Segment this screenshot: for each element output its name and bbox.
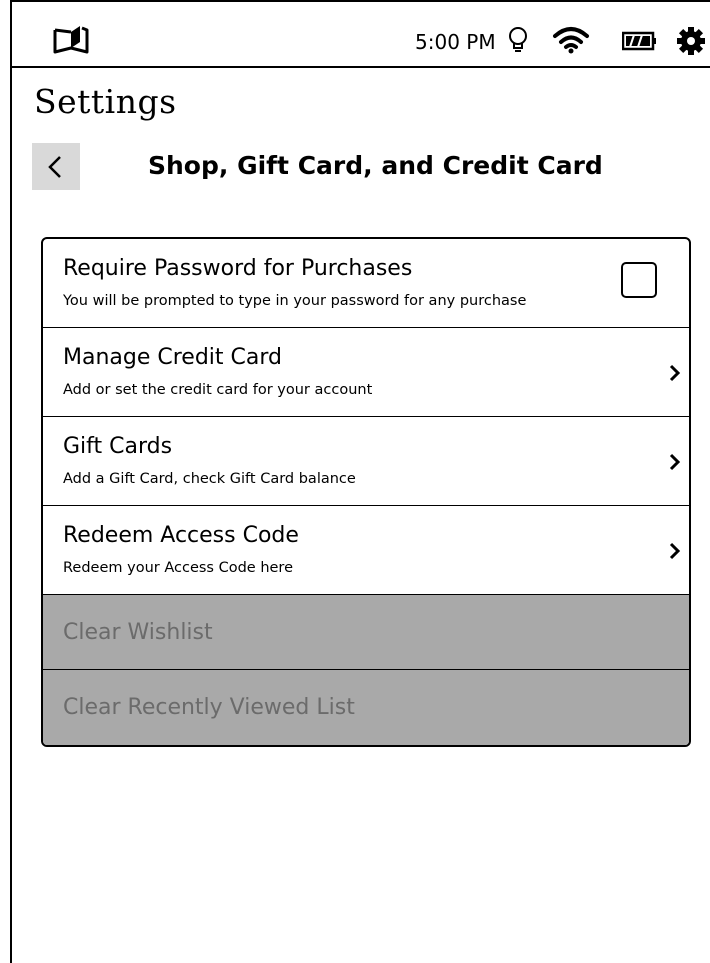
redeem-access-code-row[interactable]: Redeem Access Code Redeem your Access Co… [43, 506, 689, 595]
book-icon[interactable] [52, 24, 90, 54]
status-bar: 5:00 PM [10, 0, 710, 68]
row-title: Require Password for Purchases [63, 256, 413, 281]
chevron-right-icon [669, 453, 681, 471]
row-subtitle: Add a Gift Card, check Gift Card balance [63, 471, 356, 487]
chevron-left-icon [48, 156, 61, 178]
clock-time: 5:00 PM [415, 30, 496, 54]
page-title: Settings [34, 82, 177, 121]
row-subtitle: You will be prompted to type in your pas… [63, 293, 527, 309]
chevron-right-icon [669, 542, 681, 560]
light-bulb-icon[interactable] [506, 26, 530, 56]
row-title: Clear Recently Viewed List [63, 695, 355, 720]
back-button[interactable] [32, 143, 80, 190]
row-title: Manage Credit Card [63, 345, 283, 370]
settings-list: Require Password for Purchases You will … [41, 237, 691, 747]
gear-icon[interactable] [676, 26, 706, 56]
clear-wishlist-row: Clear Wishlist [43, 595, 689, 670]
row-title: Gift Cards [63, 434, 173, 459]
row-title: Clear Wishlist [63, 620, 213, 645]
gift-cards-row[interactable]: Gift Cards Add a Gift Card, check Gift C… [43, 417, 689, 506]
row-subtitle: Redeem your Access Code here [63, 560, 293, 576]
chevron-right-icon [669, 364, 681, 382]
manage-credit-card-row[interactable]: Manage Credit Card Add or set the credit… [43, 328, 689, 417]
require-password-row[interactable]: Require Password for Purchases You will … [43, 239, 689, 328]
wifi-icon[interactable] [552, 26, 590, 54]
section-title: Shop, Gift Card, and Credit Card [148, 151, 603, 180]
battery-icon[interactable] [622, 31, 656, 51]
require-password-checkbox[interactable] [621, 262, 657, 298]
clear-recently-viewed-row: Clear Recently Viewed List [43, 670, 689, 745]
row-title: Redeem Access Code [63, 523, 299, 548]
row-subtitle: Add or set the credit card for your acco… [63, 382, 373, 398]
